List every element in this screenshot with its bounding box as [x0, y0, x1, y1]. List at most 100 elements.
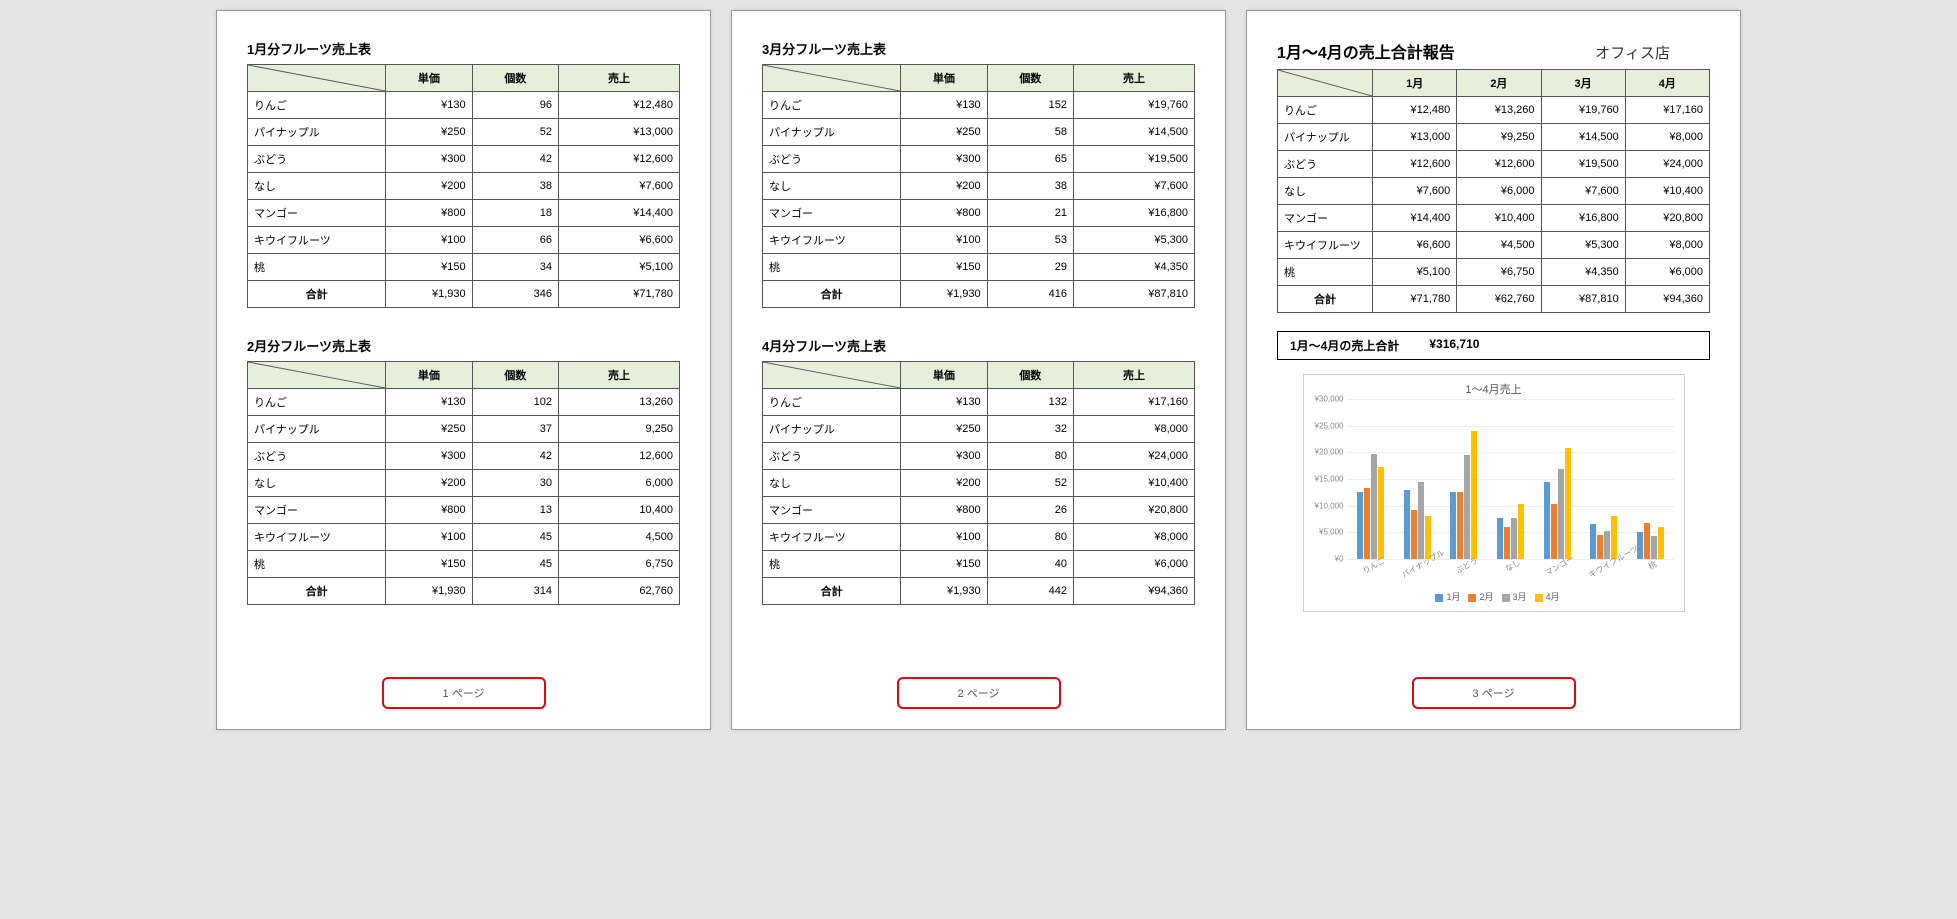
col-sales: 売上 [1074, 362, 1195, 389]
cell-price: ¥250 [901, 119, 987, 146]
col-month: 4月 [1625, 70, 1709, 97]
page-number: 3 ページ [1412, 677, 1576, 709]
bar [1357, 492, 1363, 559]
total-sales: ¥71,780 [559, 281, 680, 308]
total-qty: 442 [987, 578, 1073, 605]
col-qty: 個数 [987, 65, 1073, 92]
cell-price: ¥200 [386, 173, 472, 200]
cell-sales: ¥24,000 [1074, 443, 1195, 470]
table-row: キウイフルーツ¥6,600¥4,500¥5,300¥8,000 [1278, 232, 1710, 259]
bar [1597, 535, 1603, 559]
cell-qty: 45 [472, 551, 558, 578]
total-sales: ¥94,360 [1074, 578, 1195, 605]
cell-price: ¥150 [386, 254, 472, 281]
bar [1544, 482, 1550, 559]
table-row: キウイフルーツ¥10080¥8,000 [763, 524, 1195, 551]
bar-group [1497, 399, 1524, 559]
table-row: マンゴー¥14,400¥10,400¥16,800¥20,800 [1278, 205, 1710, 232]
total-label: 合計 [763, 281, 901, 308]
summary-table: 1月2月3月4月りんご¥12,480¥13,260¥19,760¥17,160パ… [1277, 69, 1710, 313]
cell-sales: ¥17,160 [1074, 389, 1195, 416]
cell-name: キウイフルーツ [763, 524, 901, 551]
cell-sales: ¥8,000 [1074, 524, 1195, 551]
cell-sales: ¥20,800 [1074, 497, 1195, 524]
bar-group [1450, 399, 1477, 559]
table-total-row: 合計¥1,930346¥71,780 [248, 281, 680, 308]
table-total-row: 合計¥1,93031462,760 [248, 578, 680, 605]
cell-price: ¥150 [901, 551, 987, 578]
cell-value: ¥6,000 [1625, 259, 1709, 286]
col-price: 単価 [386, 65, 472, 92]
bar [1497, 518, 1503, 559]
table-row: ぶどう¥3004212,600 [248, 443, 680, 470]
cell-value: ¥20,800 [1625, 205, 1709, 232]
chart-ylabel: ¥5,000 [1306, 528, 1344, 537]
col-month: 2月 [1457, 70, 1541, 97]
cell-name: なし [763, 173, 901, 200]
total-value: ¥94,360 [1625, 286, 1709, 313]
table-row: りんご¥13010213,260 [248, 389, 680, 416]
cell-price: ¥100 [901, 524, 987, 551]
bar [1637, 532, 1643, 559]
page-number: 1 ページ [382, 677, 546, 709]
table-row: りんご¥12,480¥13,260¥19,760¥17,160 [1278, 97, 1710, 124]
bar [1604, 531, 1610, 559]
total-sales: ¥87,810 [1074, 281, 1195, 308]
cell-value: ¥19,760 [1541, 97, 1625, 124]
cell-value: ¥8,000 [1625, 124, 1709, 151]
cell-sales: ¥4,350 [1074, 254, 1195, 281]
total-value: ¥71,780 [1373, 286, 1457, 313]
cell-qty: 58 [987, 119, 1073, 146]
table-row: パイナップル¥13,000¥9,250¥14,500¥8,000 [1278, 124, 1710, 151]
cell-qty: 65 [987, 146, 1073, 173]
total-label: 合計 [248, 578, 386, 605]
page-2: 3月分フルーツ売上表 単価個数売上りんご¥130152¥19,760パイナップル… [731, 10, 1226, 730]
cell-name: りんご [248, 92, 386, 119]
cell-name: 桃 [763, 551, 901, 578]
cell-name: ぶどう [1278, 151, 1373, 178]
total-sales: 62,760 [559, 578, 680, 605]
cell-qty: 37 [472, 416, 558, 443]
cell-sales: ¥5,100 [559, 254, 680, 281]
table-total-row: 合計¥1,930442¥94,360 [763, 578, 1195, 605]
cell-name: りんご [763, 92, 901, 119]
cell-price: ¥200 [901, 173, 987, 200]
summary-title: 1月～4月の売上合計報告 [1277, 39, 1455, 63]
cell-name: パイナップル [248, 416, 386, 443]
table-row: 桃¥5,100¥6,750¥4,350¥6,000 [1278, 259, 1710, 286]
cell-price: ¥300 [386, 443, 472, 470]
bar [1378, 467, 1384, 559]
cell-name: 桃 [248, 551, 386, 578]
table-row: マンゴー¥8001310,400 [248, 497, 680, 524]
cell-sales: ¥8,000 [1074, 416, 1195, 443]
cell-price: ¥130 [901, 92, 987, 119]
total-qty: 416 [987, 281, 1073, 308]
cell-value: ¥14,500 [1541, 124, 1625, 151]
cell-name: マンゴー [248, 497, 386, 524]
cell-price: ¥100 [386, 524, 472, 551]
cell-price: ¥250 [386, 119, 472, 146]
legend-swatch [1435, 594, 1443, 602]
table-row: 桃¥15034¥5,100 [248, 254, 680, 281]
cell-name: ぶどう [763, 443, 901, 470]
cell-sales: ¥13,000 [559, 119, 680, 146]
bar [1504, 527, 1510, 559]
bar [1411, 510, 1417, 559]
cell-qty: 26 [987, 497, 1073, 524]
cell-name: ぶどう [763, 146, 901, 173]
cell-value: ¥7,600 [1373, 178, 1457, 205]
cell-value: ¥4,500 [1457, 232, 1541, 259]
cell-name: パイナップル [763, 416, 901, 443]
bar [1371, 454, 1377, 559]
cell-value: ¥6,600 [1373, 232, 1457, 259]
cell-value: ¥4,350 [1541, 259, 1625, 286]
table-row: なし¥7,600¥6,000¥7,600¥10,400 [1278, 178, 1710, 205]
cell-value: ¥14,400 [1373, 205, 1457, 232]
cell-name: 桃 [763, 254, 901, 281]
cell-name: ぶどう [248, 146, 386, 173]
cell-sales: ¥19,500 [1074, 146, 1195, 173]
table-title: 2月分フルーツ売上表 [247, 336, 680, 355]
cell-sales: 12,600 [559, 443, 680, 470]
table-row: りんご¥13096¥12,480 [248, 92, 680, 119]
chart-ylabel: ¥10,000 [1306, 501, 1344, 510]
